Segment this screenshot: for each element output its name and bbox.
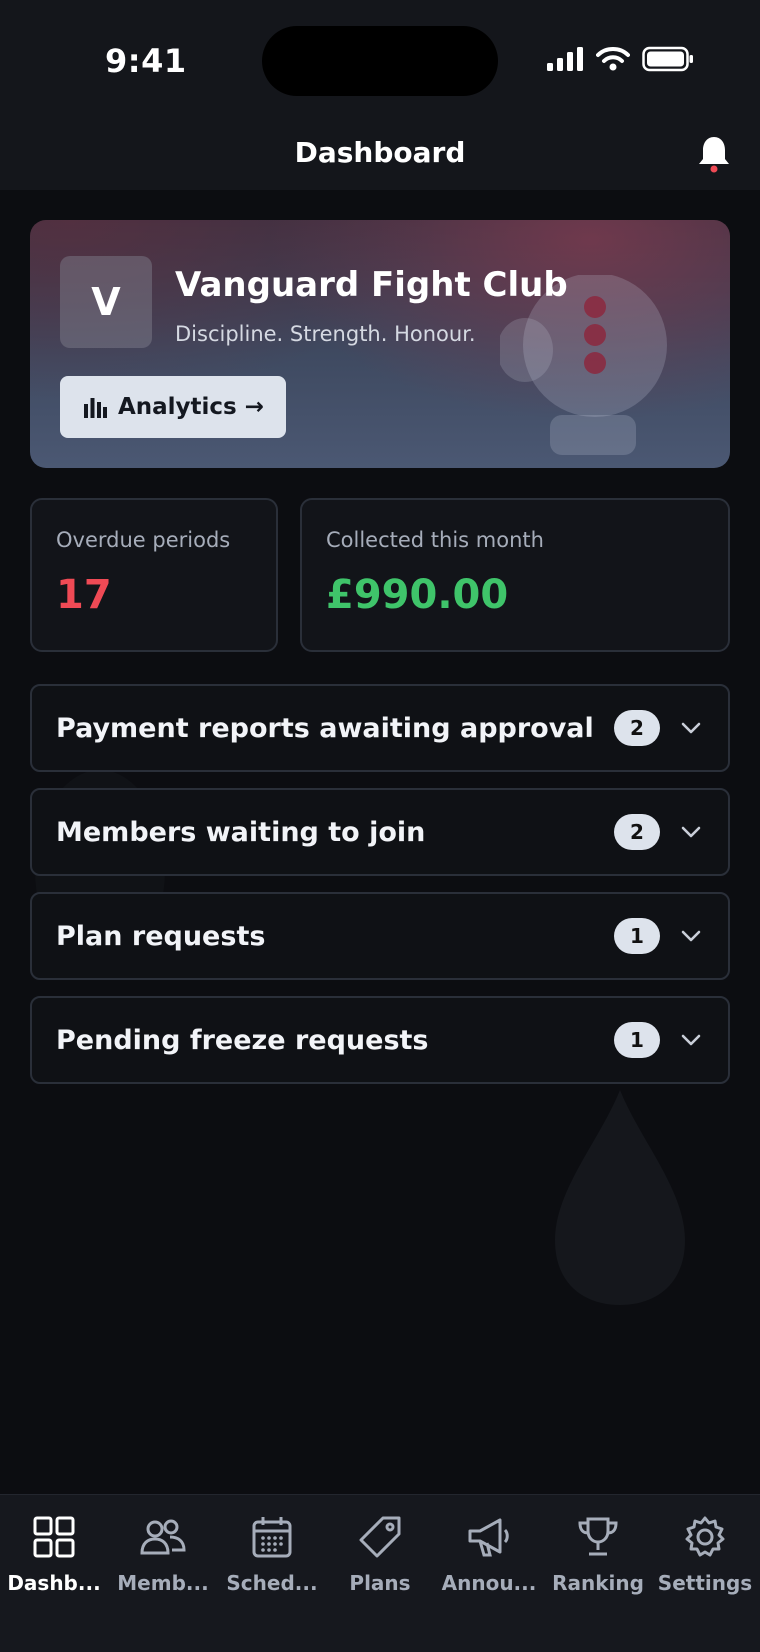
overdue-periods-card[interactable]: Overdue periods 17 xyxy=(30,498,278,652)
tab-label: Settings xyxy=(657,1571,753,1595)
accordion-label: Plan requests xyxy=(56,921,266,952)
freeze-requests-accordion[interactable]: Pending freeze requests 1 xyxy=(30,996,730,1084)
wifi-icon xyxy=(596,47,630,71)
tab-dashboard[interactable]: Dashb... xyxy=(0,1513,108,1595)
tab-ranking[interactable]: Ranking xyxy=(544,1513,652,1595)
members-waiting-accordion[interactable]: Members waiting to join 2 xyxy=(30,788,730,876)
bell-icon[interactable] xyxy=(696,134,732,174)
overdue-periods-label: Overdue periods xyxy=(56,528,231,552)
club-name: Vanguard Fight Club xyxy=(175,265,568,305)
tab-label: Memb... xyxy=(117,1571,209,1595)
plan-requests-accordion[interactable]: Plan requests 1 xyxy=(30,892,730,980)
accordion-label: Pending freeze requests xyxy=(56,1025,429,1056)
overdue-periods-value: 17 xyxy=(56,572,112,618)
collected-month-value: £990.00 xyxy=(326,572,509,618)
club-avatar: V xyxy=(60,256,152,348)
status-icons xyxy=(546,46,694,72)
count-badge: 1 xyxy=(614,918,660,954)
accordion-label: Payment reports awaiting approval xyxy=(56,713,594,744)
trophy-icon xyxy=(578,1517,618,1556)
tab-label: Annou... xyxy=(441,1571,537,1595)
tab-plans[interactable]: Plans xyxy=(326,1513,434,1595)
dynamic-island xyxy=(262,26,498,96)
tab-members[interactable]: Memb... xyxy=(109,1513,217,1595)
tab-label: Ranking xyxy=(552,1571,644,1595)
bottom-tab-bar: Dashb... Memb... Sched... Plans Annou...… xyxy=(0,1494,760,1652)
background-bag-icon xyxy=(555,1090,685,1305)
bar-chart-icon xyxy=(83,398,107,418)
chevron-down-icon xyxy=(681,826,701,838)
collected-month-card[interactable]: Collected this month £990.00 xyxy=(300,498,730,652)
status-time: 9:41 xyxy=(105,42,187,80)
analytics-label: Analytics → xyxy=(117,394,265,420)
gear-icon xyxy=(685,1516,725,1557)
users-icon xyxy=(140,1519,186,1555)
chevron-down-icon xyxy=(681,930,701,942)
count-badge: 2 xyxy=(614,814,660,850)
calendar-icon xyxy=(252,1517,292,1558)
app-header: Dashboard xyxy=(0,120,760,190)
chevron-down-icon xyxy=(681,1034,701,1046)
status-bar: 9:41 xyxy=(0,0,760,120)
chevron-down-icon xyxy=(681,722,701,734)
collected-month-label: Collected this month xyxy=(326,528,544,552)
tab-label: Sched... xyxy=(226,1571,318,1595)
grid-icon xyxy=(33,1516,75,1558)
accordion-label: Members waiting to join xyxy=(56,817,426,848)
page-title: Dashboard xyxy=(294,136,466,169)
signal-icon xyxy=(547,47,583,71)
tab-label: Dashb... xyxy=(7,1571,101,1595)
count-badge: 1 xyxy=(614,1022,660,1058)
payment-reports-accordion[interactable]: Payment reports awaiting approval 2 xyxy=(30,684,730,772)
count-badge: 2 xyxy=(614,710,660,746)
tab-announcements[interactable]: Annou... xyxy=(435,1513,543,1595)
tab-schedule[interactable]: Sched... xyxy=(218,1513,326,1595)
tab-settings[interactable]: Settings xyxy=(651,1513,759,1595)
tab-label: Plans xyxy=(349,1571,411,1595)
battery-icon xyxy=(642,46,693,72)
analytics-button[interactable]: Analytics → xyxy=(60,376,286,438)
club-tagline: Discipline. Strength. Honour. xyxy=(175,322,476,346)
tag-icon xyxy=(359,1516,401,1558)
megaphone-icon xyxy=(468,1518,509,1557)
club-hero-card: V Vanguard Fight Club Discipline. Streng… xyxy=(30,220,730,468)
